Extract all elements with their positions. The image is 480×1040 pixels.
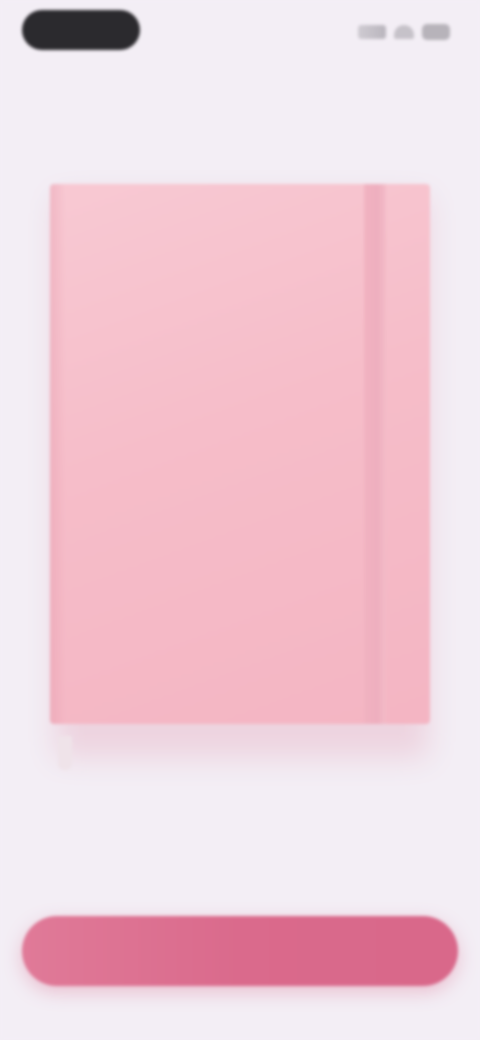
battery-icon <box>422 24 450 40</box>
journal-spine <box>50 184 66 724</box>
primary-action-button[interactable] <box>22 916 458 986</box>
app-screen <box>0 0 480 1040</box>
status-time-pill <box>22 10 140 50</box>
status-bar <box>0 0 480 64</box>
journal-bookmark-ribbon <box>58 736 72 770</box>
journal-elastic-band <box>364 184 386 724</box>
wifi-icon <box>394 25 414 39</box>
journal-cover[interactable] <box>50 184 430 724</box>
status-icons <box>350 20 450 44</box>
journal-cover-container[interactable] <box>50 184 430 758</box>
signal-icon <box>358 25 386 39</box>
